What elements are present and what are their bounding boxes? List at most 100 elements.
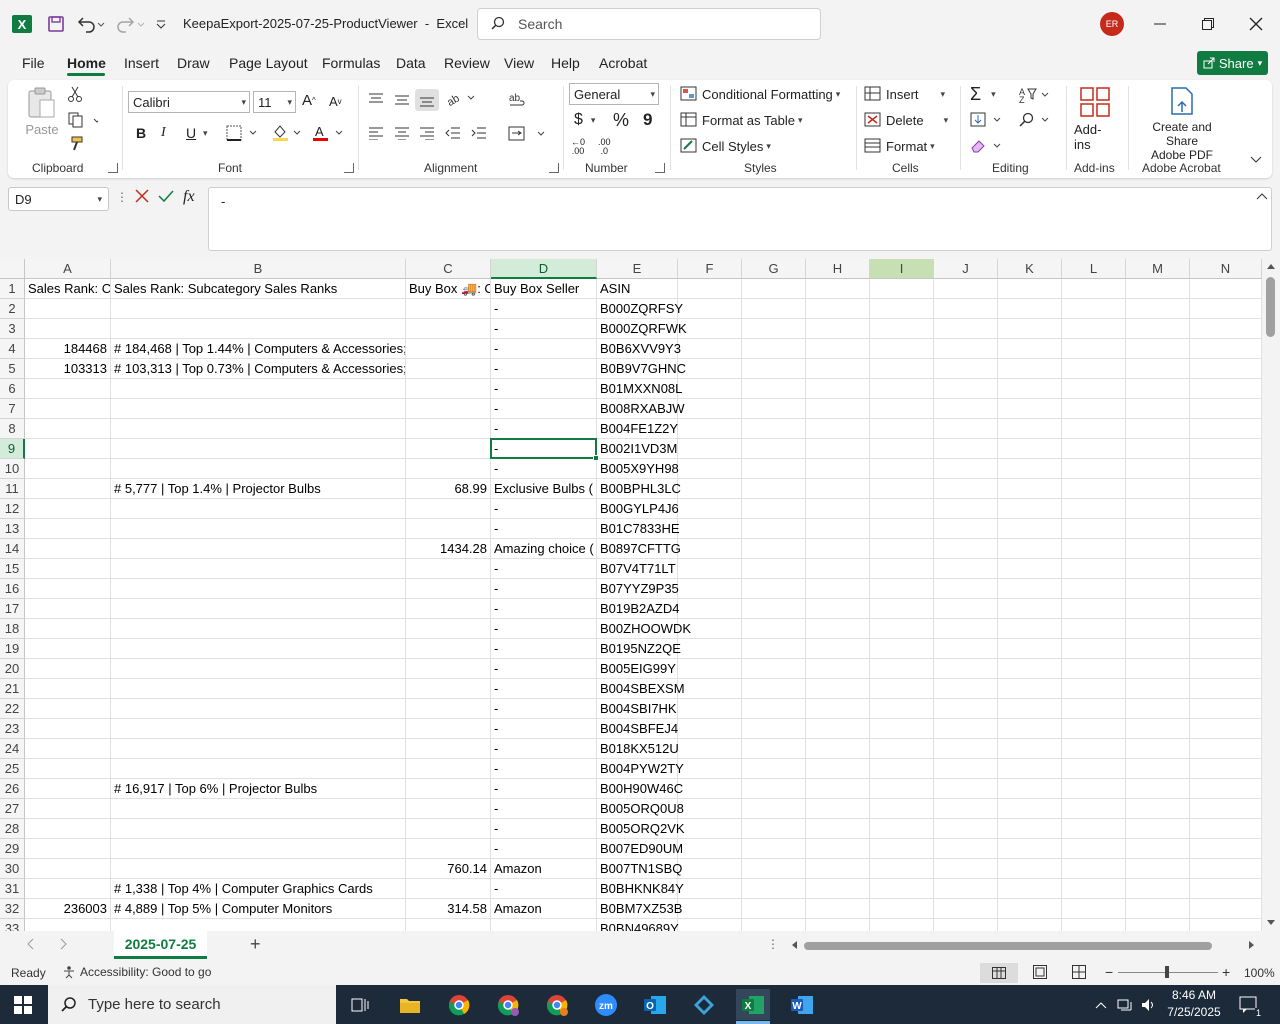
word-icon[interactable]: W (785, 989, 819, 1020)
cell[interactable] (870, 539, 934, 559)
cell[interactable] (111, 659, 406, 679)
cell[interactable]: - (491, 719, 597, 739)
cell[interactable] (1062, 779, 1126, 799)
cell[interactable] (1062, 379, 1126, 399)
column-header-f[interactable]: F (678, 259, 742, 279)
app-diamond-icon[interactable] (687, 989, 721, 1020)
tab-insert[interactable]: Insert (124, 55, 159, 71)
cell[interactable] (998, 379, 1062, 399)
cell[interactable] (742, 719, 806, 739)
currency-icon[interactable]: $ ▾ (574, 111, 595, 129)
cell[interactable]: B004FE1Z2Y (597, 419, 678, 439)
merge-center-icon[interactable] (508, 126, 548, 142)
cell[interactable] (1062, 419, 1126, 439)
cell[interactable] (1126, 699, 1190, 719)
cell[interactable] (406, 919, 491, 931)
cell[interactable] (1062, 539, 1126, 559)
cell[interactable] (1062, 879, 1126, 899)
sort-filter-icon[interactable]: AZ (1018, 86, 1050, 104)
cell[interactable]: - (491, 779, 597, 799)
cell[interactable]: 184468 (25, 339, 111, 359)
cell[interactable] (742, 519, 806, 539)
cell[interactable] (742, 879, 806, 899)
scroll-down-icon[interactable] (1266, 919, 1276, 927)
cell[interactable] (1190, 899, 1262, 919)
cell[interactable]: B00BPHL3LC (597, 479, 681, 499)
cell[interactable]: # 184,468 | Top 1.44% | Computers & Acce… (111, 339, 406, 359)
cell[interactable] (742, 379, 806, 399)
cell[interactable] (1126, 559, 1190, 579)
format-as-table-button[interactable]: Format as Table ▾ (680, 112, 803, 128)
cell[interactable] (1190, 479, 1262, 499)
cell[interactable] (998, 419, 1062, 439)
zoom-out-icon[interactable]: − (1105, 964, 1113, 980)
cell[interactable] (998, 519, 1062, 539)
cell[interactable] (934, 479, 998, 499)
tab-draw[interactable]: Draw (177, 55, 210, 71)
cell[interactable] (870, 559, 934, 579)
cell[interactable]: # 4,889 | Top 5% | Computer Monitors (111, 899, 406, 919)
cell[interactable] (1190, 359, 1262, 379)
cell[interactable] (870, 919, 934, 931)
tab-page-layout[interactable]: Page Layout (229, 55, 308, 71)
cell[interactable] (25, 379, 111, 399)
cell[interactable] (806, 819, 870, 839)
cell[interactable] (406, 639, 491, 659)
column-header-i[interactable]: I (870, 259, 934, 279)
cell[interactable]: - (491, 619, 597, 639)
cell[interactable] (998, 879, 1062, 899)
cell[interactable] (870, 859, 934, 879)
chevron-down-icon[interactable]: ▾ (203, 128, 208, 139)
row-header[interactable]: 33 (0, 919, 25, 931)
cell[interactable] (806, 579, 870, 599)
cell[interactable] (870, 659, 934, 679)
cell[interactable] (870, 459, 934, 479)
cell[interactable] (1190, 299, 1262, 319)
cell[interactable]: # 16,917 | Top 6% | Projector Bulbs (111, 779, 406, 799)
cell[interactable] (678, 699, 742, 719)
cell[interactable]: - (491, 419, 597, 439)
cell[interactable] (25, 619, 111, 639)
cell[interactable] (678, 719, 742, 739)
cell[interactable] (998, 279, 1062, 299)
cell[interactable] (678, 739, 742, 759)
cell[interactable]: B004SBFEJ4 (597, 719, 678, 739)
cell[interactable] (406, 759, 491, 779)
cell[interactable] (934, 639, 998, 659)
normal-view-icon[interactable] (980, 963, 1018, 983)
cell[interactable] (1190, 599, 1262, 619)
cell[interactable] (406, 499, 491, 519)
cell[interactable]: B005X9YH98 (597, 459, 679, 479)
cell[interactable] (25, 819, 111, 839)
cell[interactable] (998, 739, 1062, 759)
cell[interactable] (1126, 459, 1190, 479)
row-header[interactable]: 6 (0, 379, 25, 399)
cell[interactable] (742, 399, 806, 419)
cell[interactable] (806, 679, 870, 699)
align-left-icon[interactable] (368, 126, 384, 140)
cell[interactable]: - (491, 339, 597, 359)
cell[interactable] (25, 839, 111, 859)
row-header[interactable]: 20 (0, 659, 25, 679)
cell[interactable] (1126, 539, 1190, 559)
cell[interactable] (934, 419, 998, 439)
cell[interactable] (25, 459, 111, 479)
format-cells-button[interactable]: Format ▾ (864, 138, 935, 154)
row-header[interactable]: 21 (0, 679, 25, 699)
cell[interactable] (998, 299, 1062, 319)
cell[interactable]: - (491, 659, 597, 679)
cell[interactable] (1126, 499, 1190, 519)
cell[interactable] (1126, 279, 1190, 299)
align-right-icon[interactable] (419, 126, 435, 140)
wrap-text-icon[interactable]: ab (508, 92, 526, 110)
cell[interactable] (111, 859, 406, 879)
scroll-right-icon[interactable] (1248, 940, 1256, 950)
cell[interactable] (1062, 359, 1126, 379)
scroll-left-icon[interactable] (790, 940, 798, 950)
number-launcher-icon[interactable] (655, 163, 665, 173)
cell[interactable] (806, 559, 870, 579)
cell[interactable] (1190, 559, 1262, 579)
tab-review[interactable]: Review (444, 55, 490, 71)
cell[interactable] (25, 759, 111, 779)
cell[interactable] (25, 479, 111, 499)
